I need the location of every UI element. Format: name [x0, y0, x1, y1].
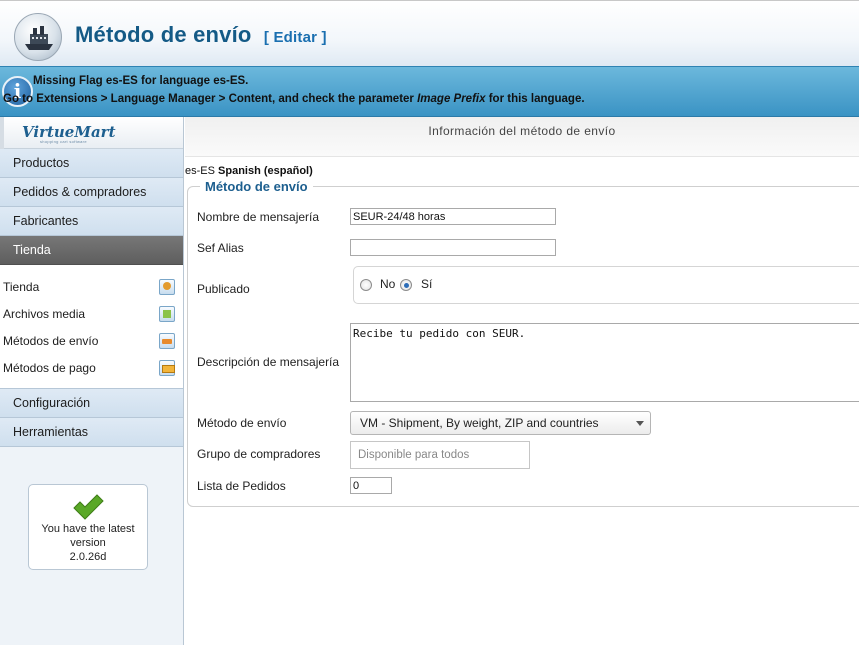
shipment-name-input[interactable]: [350, 208, 556, 225]
sidebar-item-tienda[interactable]: Tienda: [0, 236, 183, 265]
subnav-item-label: Métodos de pago: [3, 361, 96, 375]
shipping-truck-icon: [159, 333, 175, 349]
notice-param-name: Image Prefix: [417, 93, 486, 105]
main-content: Información del método de envío es-ES Sp…: [185, 117, 859, 645]
ship-logo-icon: [14, 13, 62, 61]
sidebar-item-herramientas[interactable]: Herramientas: [0, 418, 183, 447]
sidebar: VirtueMart shopping cart software Produc…: [0, 117, 184, 645]
virtuemart-logo-tagline: shopping cart software: [40, 139, 87, 144]
name-label: Nombre de mensajería: [197, 210, 320, 224]
shipment-method-label: Método de envío: [197, 416, 287, 430]
fieldset-legend: Método de envío: [200, 179, 313, 194]
notice-instructions-start: Go to Extensions > Language Manager > Co…: [3, 93, 418, 105]
checkmark-icon: [73, 494, 104, 520]
published-no-label[interactable]: No: [380, 277, 395, 291]
published-label: Publicado: [197, 282, 250, 296]
language-code: es-ES: [185, 165, 215, 177]
sidebar-item-configuracion[interactable]: Configuración: [0, 389, 183, 418]
subnav-item-payment[interactable]: Métodos de pago: [0, 356, 183, 383]
virtuemart-logo[interactable]: VirtueMart shopping cart software: [0, 117, 183, 149]
page-header: Método de envío [ Editar ]: [0, 0, 859, 66]
description-textarea[interactable]: Recibe tu pedido con SEUR.: [350, 323, 859, 402]
sef-alias-label: Sef Alias: [197, 241, 244, 255]
shipment-fieldset: Método de envío Nombre de mensajería Sef…: [187, 179, 859, 507]
sidebar-item-fabricantes[interactable]: Fabricantes: [0, 207, 183, 236]
sidebar-collapse-tab[interactable]: [0, 117, 4, 149]
published-no-radio[interactable]: [360, 279, 372, 291]
missing-flag-notice: i Missing Flag es-ES for language es-ES.…: [0, 66, 859, 117]
subnav-item-label: Tienda: [3, 280, 40, 294]
language-name: Spanish (español): [218, 165, 313, 177]
subnav-item-shipping[interactable]: Métodos de envío: [0, 329, 183, 356]
edit-mode-tag: [ Editar ]: [263, 29, 327, 46]
sidebar-item-pedidos[interactable]: Pedidos & compradores: [0, 178, 183, 207]
sidebar-subnav: Tienda Archivos media Métodos de envío M…: [0, 265, 183, 389]
version-number: 2.0.26d: [69, 551, 107, 563]
subnav-item-tienda[interactable]: Tienda: [0, 275, 183, 302]
sidebar-item-productos[interactable]: Productos: [0, 149, 183, 178]
subnav-item-label: Archivos media: [3, 307, 86, 321]
shipment-method-select[interactable]: VM - Shipment, By weight, ZIP and countr…: [350, 411, 651, 435]
published-yes-radio[interactable]: [400, 279, 412, 291]
chevron-down-icon: [636, 421, 644, 426]
payment-card-icon: [159, 360, 175, 376]
sef-alias-input[interactable]: [350, 239, 556, 256]
description-label: Descripción de mensajería: [197, 355, 340, 369]
order-list-input[interactable]: [350, 477, 392, 494]
notice-instructions: Go to Extensions > Language Manager > Co…: [3, 93, 585, 105]
subnav-item-media[interactable]: Archivos media: [0, 302, 183, 329]
version-line-1: You have the latest: [41, 523, 135, 535]
notice-instructions-end: for this language.: [485, 93, 585, 105]
notice-message: Missing Flag es-ES for language es-ES.: [33, 75, 249, 87]
media-icon: [159, 306, 175, 322]
shipment-method-value: VM - Shipment, By weight, ZIP and countr…: [360, 416, 599, 430]
language-label: es-ES Spanish (español): [185, 165, 313, 177]
page-title: Método de envío [ Editar ]: [75, 22, 327, 48]
store-icon: [159, 279, 175, 295]
version-line-2: version: [70, 537, 106, 549]
published-radio-group: No Sí: [353, 266, 859, 304]
section-title: Información del método de envío: [185, 117, 859, 157]
published-yes-label[interactable]: Sí: [421, 277, 432, 291]
page-title-text: Método de envío: [75, 22, 252, 47]
shopper-group-label: Grupo de compradores: [197, 447, 321, 461]
shopper-group-input[interactable]: Disponible para todos: [350, 441, 530, 469]
subnav-item-label: Métodos de envío: [3, 334, 99, 348]
order-list-label: Lista de Pedidos: [197, 479, 286, 493]
version-status-box: You have the latest version 2.0.26d: [28, 484, 148, 570]
